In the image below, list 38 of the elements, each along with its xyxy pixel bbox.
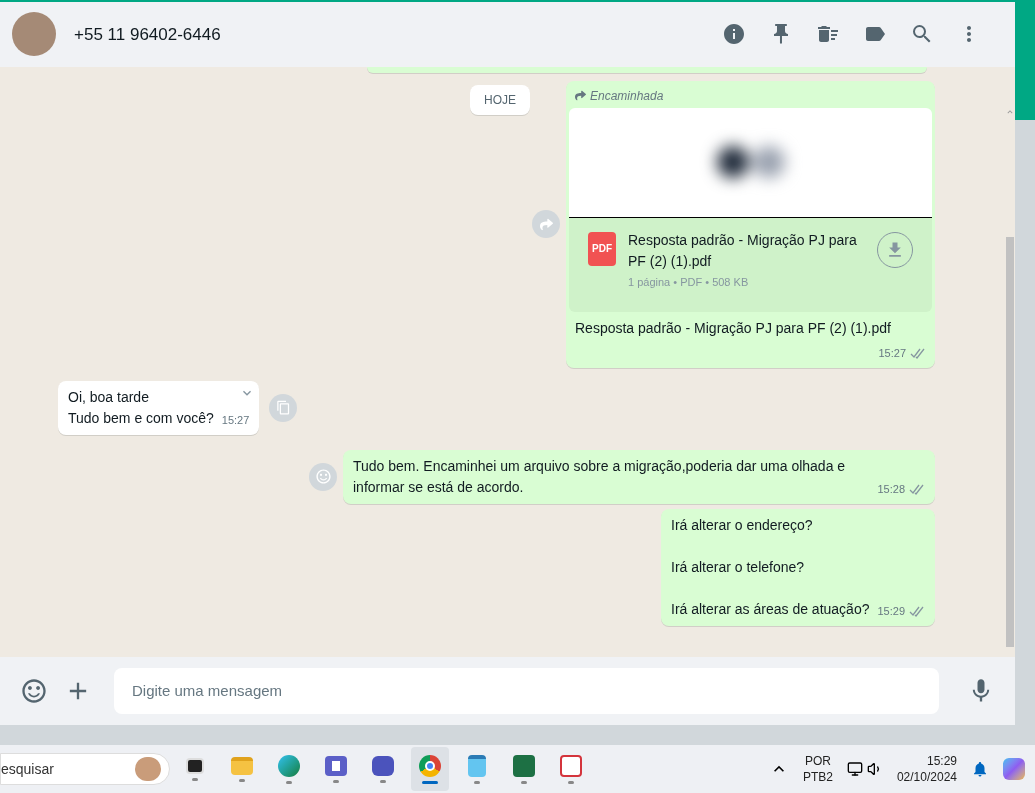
bell-icon[interactable] xyxy=(971,760,989,778)
message-input[interactable]: Digite uma mensagem xyxy=(114,667,939,714)
info-icon[interactable] xyxy=(722,22,746,47)
message-time: 15:27 xyxy=(221,412,250,428)
message-time: 15:29 xyxy=(877,603,905,619)
message-text: Resposta padrão - Migração PJ para PF (2) (1).pdf xyxy=(575,320,891,337)
forward-icon xyxy=(539,217,553,231)
assistant-icon[interactable] xyxy=(1003,758,1025,780)
double-check-icon xyxy=(910,347,926,359)
message-text: Irá alterar o endereço? xyxy=(671,515,814,535)
message-text: Tudo bem e com você? xyxy=(68,408,214,428)
message-text: Tudo bem. Encaminhei um arquivo sobre a migração,poderia dar uma olhada e informar se está de acordo. xyxy=(353,456,847,497)
network-icon[interactable] xyxy=(846,761,863,777)
language-indicator[interactable]: POR xyxy=(804,753,831,769)
message-time: 15:27 xyxy=(878,346,906,362)
avatar[interactable] xyxy=(12,12,56,57)
file-name: Resposta padrão - Migração PJ para PF (2) (1).pdf xyxy=(628,230,858,271)
message-text: Oi, boa tarde xyxy=(68,387,150,407)
message-text: Irá alterar as áreas de atuação? xyxy=(671,599,870,619)
message-time: 15:28 xyxy=(877,481,905,497)
emoji-icon[interactable] xyxy=(20,676,48,705)
double-check-icon xyxy=(909,483,925,495)
copy-icon xyxy=(275,400,291,416)
clock-time[interactable]: 15:29 xyxy=(926,753,957,769)
file-meta: 1 página • PDF • 508 KB xyxy=(628,274,750,290)
forwarded-label: Encaminhada xyxy=(590,87,664,105)
contact-name[interactable]: +55 11 96402-6446 xyxy=(74,21,221,47)
taskbar-search[interactable]: esquisar xyxy=(0,753,170,785)
pdf-file-icon: PDF xyxy=(588,231,616,266)
clock-date[interactable]: 02/10/2024 xyxy=(896,769,957,785)
browser-icon[interactable] xyxy=(411,747,449,791)
forward-icon xyxy=(575,90,586,102)
date-chip: HOJE xyxy=(470,84,530,115)
language-indicator[interactable]: PTB2 xyxy=(802,769,833,785)
smiley-icon xyxy=(314,468,332,486)
double-check-icon xyxy=(909,605,925,617)
message-text: Irá alterar o telefone? xyxy=(671,557,806,577)
person-illustration-icon xyxy=(135,757,161,781)
